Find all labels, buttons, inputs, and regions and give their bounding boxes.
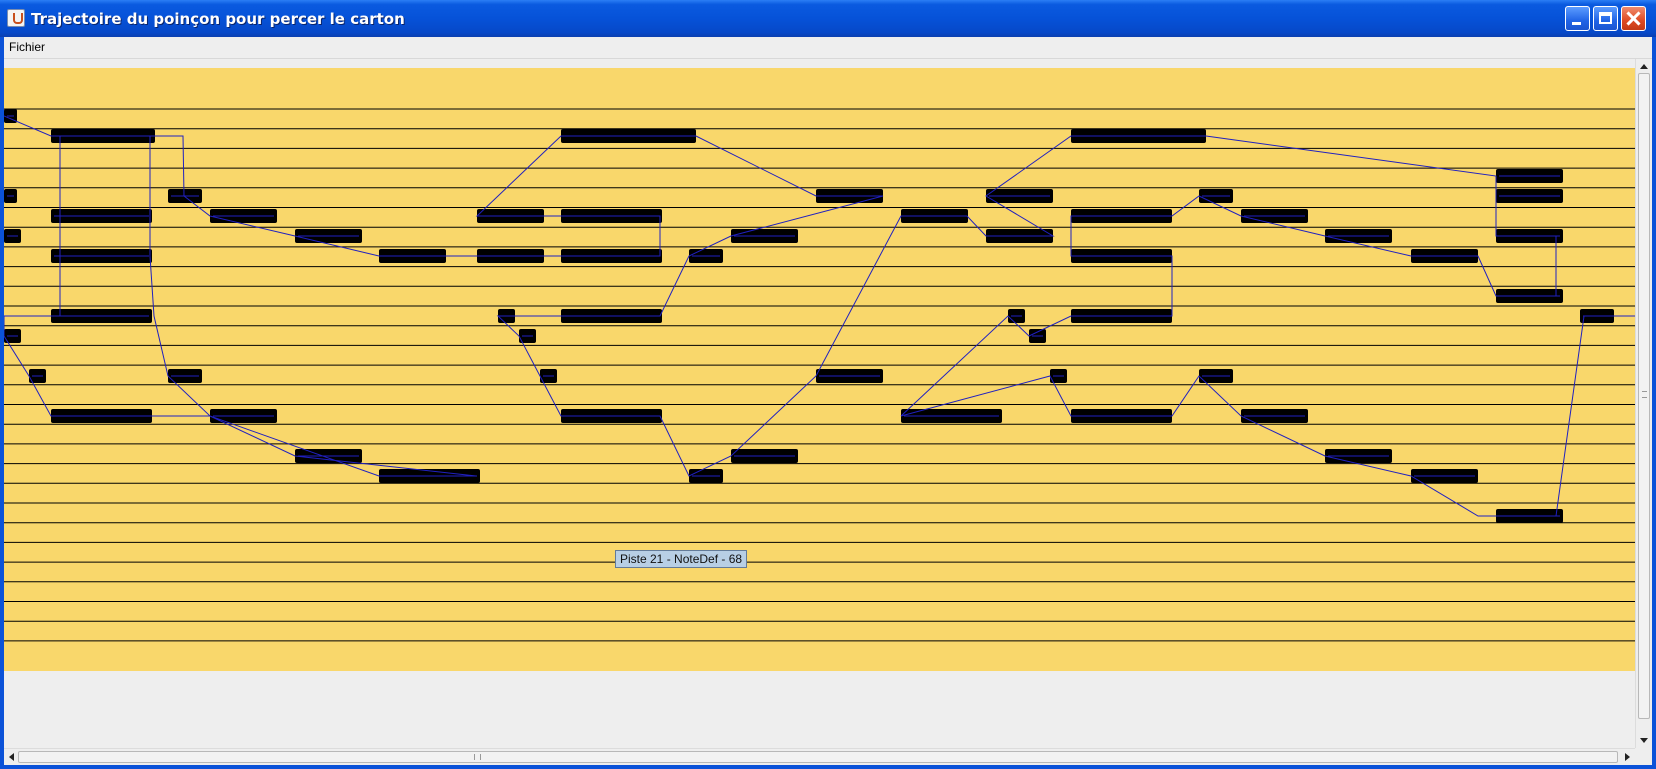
down-arrow-icon[interactable] (1640, 738, 1648, 743)
right-arrow-icon[interactable] (1625, 753, 1630, 761)
title-bar[interactable]: Trajectoire du poinçon pour percer le ca… (0, 0, 1656, 37)
application-window: Trajectoire du poinçon pour percer le ca… (0, 0, 1656, 769)
window-title: Trajectoire du poinçon pour percer le ca… (31, 10, 405, 28)
close-button[interactable] (1621, 6, 1646, 31)
client-area: Piste 21 - NoteDef - 68 (4, 59, 1652, 765)
scroll-corner (1635, 748, 1652, 765)
minimize-button[interactable] (1565, 6, 1590, 31)
menu-bar: Fichier (4, 37, 1652, 59)
maximize-button[interactable] (1593, 6, 1618, 31)
note-tooltip: Piste 21 - NoteDef - 68 (615, 550, 748, 568)
vertical-scroll-thumb[interactable] (1638, 73, 1650, 719)
vertical-scrollbar[interactable] (1635, 59, 1652, 748)
java-app-icon[interactable] (7, 9, 25, 27)
horizontal-scrollbar[interactable] (4, 748, 1635, 765)
horizontal-scroll-thumb[interactable] (18, 751, 1618, 763)
left-arrow-icon[interactable] (9, 753, 14, 761)
punch-path-canvas[interactable]: Piste 21 - NoteDef - 68 (4, 59, 1635, 748)
up-arrow-icon[interactable] (1640, 64, 1648, 69)
card-board[interactable] (4, 59, 1635, 748)
menu-fichier[interactable]: Fichier (9, 40, 45, 54)
